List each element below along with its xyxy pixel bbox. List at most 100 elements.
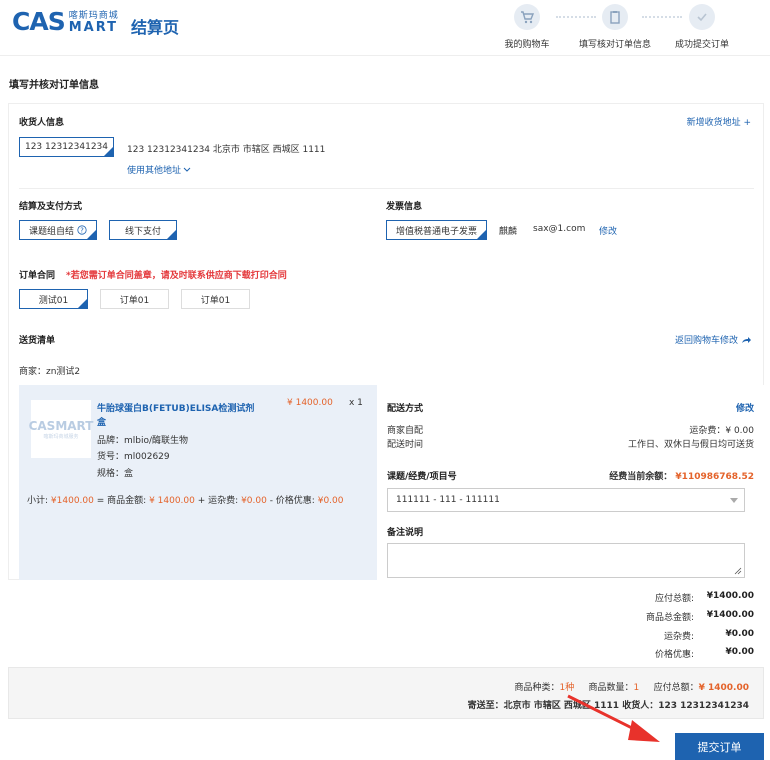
add-address-link[interactable]: 新增收货地址 + [687,115,751,128]
other-address-text: 使用其他地址 [127,166,182,176]
product-sku: 货号：ml002629 [97,452,170,462]
shipping-block: 配送方式 修改 商家自配 运杂费：¥ 0.00 配送时间 工作日、双休日与假日均… [377,385,764,580]
divider [19,188,754,189]
invoice-title: 麒麟 [499,227,518,237]
contract-option-2[interactable]: 订单01 [100,289,169,309]
logo-cas: CAS [12,7,66,36]
step-fill-order: 填写核对订单信息 [575,4,655,50]
freight-label: + 运杂费: [197,496,239,506]
receiver-label: 收货人信息 [19,118,65,128]
summary-key: 价格优惠: [654,650,694,660]
share-arrow-icon [742,336,751,343]
product-name-line1: 牛胎球蛋白B(FETUB)ELISA检测试剂 [97,404,255,414]
remarks-textarea[interactable] [387,543,745,578]
step-cart: 我的购物车 [487,4,567,50]
total-value: ¥ 1400.00 [698,683,749,693]
goods-amount-label: = 商品金额: [96,496,147,506]
selected-corner-icon [477,230,486,239]
invoice-type[interactable]: 增值税普通电子发票 [386,220,487,240]
item-block: CASMART 喀斯玛商城服务 牛胎球蛋白B(FETUB)ELISA检测试剂 盒… [19,385,377,580]
thumb-logo: CASMART [28,418,94,433]
contract-option-3-text: 订单01 [200,295,231,306]
contract-option-1-text: 测试01 [38,295,69,306]
receiver-address: 123 12312341234 北京市 市辖区 西城区 1111 [127,145,326,155]
contract-option-2-text: 订单01 [119,295,150,306]
product-thumbnail[interactable]: CASMART 喀斯玛商城服务 [28,400,94,458]
receiver-selected-text: 123 12312341234 [24,142,109,152]
payment-label: 结算及支付方式 [19,202,83,212]
subtotal-label: 小计: [27,496,49,506]
shipping-freight: 运杂费：¥ 0.00 [689,426,754,436]
summary-row: 应付总额: ¥1400.00 [604,591,754,604]
project-select[interactable]: 111111 - 111 - 111111 [387,488,745,512]
kinds-label: 商品种类： [514,683,560,693]
back-to-cart-link[interactable]: 返回购物车修改 [675,333,751,346]
clipboard-icon [602,4,628,30]
thumb-sub: 喀斯玛商城服务 [43,433,79,440]
red-arrow-icon [567,694,660,742]
cart-icon [514,4,540,30]
merchant-name: 商家：zn测试2 [19,367,81,377]
shipping-time-label: 配送时间 [387,440,424,450]
summary-row: 商品总金额: ¥1400.00 [604,610,754,623]
summary-key: 商品总金额: [645,613,694,623]
goods-amount-value: ¥ 1400.00 [149,496,195,506]
order-panel: 收货人信息 新增收货地址 + 123 12312341234 123 12312… [8,103,764,580]
product-name-line2: 盒 [97,418,107,428]
shipping-label: 配送方式 [387,404,424,414]
summary-value: ¥1400.00 [706,610,754,620]
invoice-type-text: 增值税普通电子发票 [395,226,477,237]
checkout-steps: 我的购物车 填写核对订单信息 成功提交订单 [500,4,740,52]
back-to-cart-text: 返回购物车修改 [674,336,738,346]
product-spec: 规格：盒 [97,469,134,479]
selected-corner-icon [87,230,96,239]
shipping-time-value: 工作日、双休日与假日均可送货 [627,440,754,450]
product-name-link[interactable]: 牛胎球蛋白B(FETUB)ELISA检测试剂 盒 [97,402,257,430]
step-success: 成功提交订单 [662,4,742,50]
product-price: ¥ 1400.00 [287,398,333,408]
page-header: CAS 喀斯玛商城 MART 结算页 我的购物车 填写核对订单信息 成功提交订单 [0,0,770,56]
remarks-label: 备注说明 [387,528,424,538]
page-title: 结算页 [131,18,180,37]
resize-handle-icon[interactable] [734,567,742,575]
casmart-logo[interactable]: CAS 喀斯玛商城 MART [12,9,119,35]
balance-line: 经费当前余额： ¥110986768.52 [609,469,754,482]
step-fill-order-label: 填写核对订单信息 [578,40,651,50]
payment-option-offline-text: 线下支付 [124,226,161,237]
project-select-value: 111111 - 111 - 111111 [396,495,500,505]
help-icon[interactable]: ? [77,225,87,235]
receiver-selected[interactable]: 123 12312341234 [19,137,114,157]
payment-option-self[interactable]: 课题组自结 ? [19,220,97,240]
balance-label: 经费当前余额： [609,472,673,482]
payment-option-offline[interactable]: 线下支付 [109,220,177,240]
chevron-down-icon [183,167,191,172]
summary-row: 运杂费: ¥0.00 [604,629,754,642]
subtotal-value: ¥1400.00 [50,496,94,506]
invoice-edit-link[interactable]: 修改 [599,224,617,237]
section-title: 填写并核对订单信息 [9,80,99,91]
product-qty: x 1 [349,398,363,408]
shipping-method: 商家自配 [387,426,424,436]
payment-option-self-text: 课题组自结 [28,226,74,237]
discount-value: ¥0.00 [317,496,344,506]
select-arrow-icon [730,498,738,503]
contract-notice: *若您需订单合同盖章，请及时联系供应商下载打印合同 [66,271,287,281]
step-cart-label: 我的购物车 [504,40,550,50]
submit-order-button[interactable]: 提交订单 [675,733,764,760]
invoice-email: sax@1.com [533,224,586,234]
selected-corner-icon [104,147,113,156]
shipping-edit-link[interactable]: 修改 [736,401,754,414]
summary-value: ¥0.00 [725,647,754,657]
contract-option-1[interactable]: 测试01 [19,289,88,309]
contract-label: 订单合同 [19,271,56,281]
freight-value: ¥0.00 [241,496,267,506]
contract-option-3[interactable]: 订单01 [181,289,250,309]
delivery-label: 送货清单 [19,336,56,346]
product-brand: 品牌：mlbio/酶联生物 [97,436,189,446]
summary-value: ¥1400.00 [706,591,754,601]
project-label: 课题/经费/项目号 [387,472,457,482]
logo-mart: MART [68,20,118,35]
other-address-link[interactable]: 使用其他地址 [127,163,191,176]
balance-value: ¥110986768.52 [675,472,754,482]
item-subtotal-line: 小计: ¥1400.00 = 商品金额: ¥ 1400.00 + 运杂费: ¥0… [27,493,344,506]
